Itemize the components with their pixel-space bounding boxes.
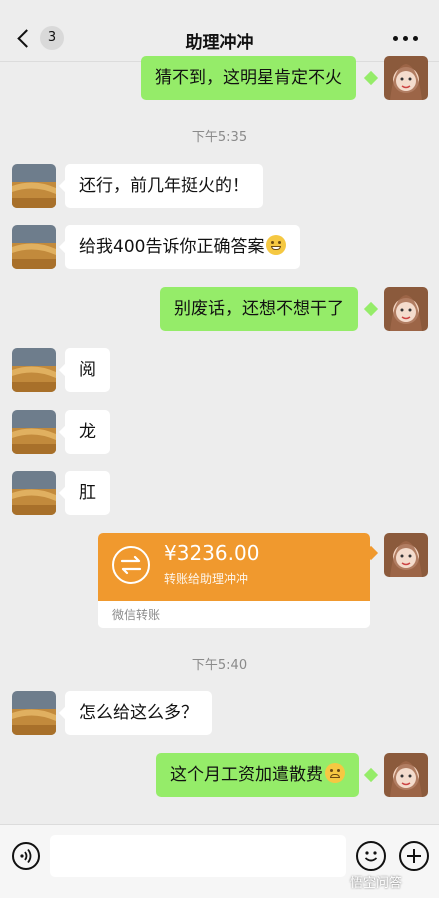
- transfer-arrows-icon: [112, 546, 150, 584]
- chat-header: 3 助理冲冲: [0, 0, 439, 62]
- grin-emoji-icon: [266, 235, 287, 255]
- message-text: 给我400告诉你正确答案: [79, 237, 265, 257]
- transfer-note: 转账给助理冲冲: [164, 572, 249, 586]
- message-input[interactable]: [50, 835, 346, 877]
- more-dots-icon: [393, 36, 398, 41]
- avatar-self[interactable]: [384, 56, 428, 100]
- plus-button[interactable]: [399, 841, 429, 871]
- smirk-emoji-icon: [325, 763, 345, 783]
- transfer-footer-label: 微信转账: [112, 608, 161, 622]
- watermark: 悟空问答: [350, 876, 403, 891]
- transfer-amount: ¥3236.00: [164, 541, 260, 565]
- emoji-icon: [364, 851, 378, 862]
- transfer-card-body: ¥3236.00 转账给助理冲冲: [98, 533, 370, 601]
- avatar-contact[interactable]: [12, 164, 56, 208]
- message-text: 这个月工资加遣散费: [170, 765, 323, 785]
- bubble-tail: [363, 70, 379, 86]
- bubble-tail: [363, 301, 379, 317]
- message-bubble-incoming[interactable]: 怎么给这么多？: [65, 691, 212, 735]
- avatar-contact[interactable]: [12, 691, 56, 735]
- avatar-self[interactable]: [384, 533, 428, 577]
- timestamp: 下午5:35: [191, 130, 248, 145]
- avatar-contact[interactable]: [12, 225, 56, 269]
- more-dot: [413, 36, 418, 41]
- message-bubble-incoming[interactable]: 阅: [65, 348, 110, 392]
- plus-icon-stroke: [413, 849, 415, 863]
- more-button[interactable]: [393, 36, 419, 44]
- message-bubble-incoming[interactable]: 肛: [65, 471, 110, 515]
- avatar-contact[interactable]: [12, 348, 56, 392]
- chat-title: 助理冲冲: [185, 33, 254, 53]
- avatar-contact[interactable]: [12, 471, 56, 515]
- transfer-footer: 微信转账: [98, 601, 370, 628]
- transfer-card[interactable]: ¥3236.00 转账给助理冲冲 微信转账: [98, 533, 370, 628]
- emoji-button[interactable]: [356, 841, 386, 871]
- message-bubble-incoming[interactable]: 龙: [65, 410, 110, 454]
- bubble-tail: [363, 767, 379, 783]
- avatar-contact[interactable]: [12, 410, 56, 454]
- message-bubble-outgoing[interactable]: 别废话，还想不想干了: [160, 287, 358, 331]
- message-bubble-outgoing[interactable]: 猜不到，这明星肯定不火: [141, 56, 356, 100]
- voice-button[interactable]: [12, 842, 40, 870]
- timestamp: 下午5:40: [191, 658, 248, 673]
- message-bubble-incoming[interactable]: 给我400告诉你正确答案: [65, 225, 301, 269]
- voice-icon: [20, 848, 32, 864]
- message-bubble-outgoing[interactable]: 这个月工资加遣散费: [156, 753, 359, 797]
- avatar-self[interactable]: [384, 287, 428, 331]
- more-dot: [403, 36, 408, 41]
- avatar-self[interactable]: [384, 753, 428, 797]
- message-bubble-incoming[interactable]: 还行，前几年挺火的！: [65, 164, 263, 208]
